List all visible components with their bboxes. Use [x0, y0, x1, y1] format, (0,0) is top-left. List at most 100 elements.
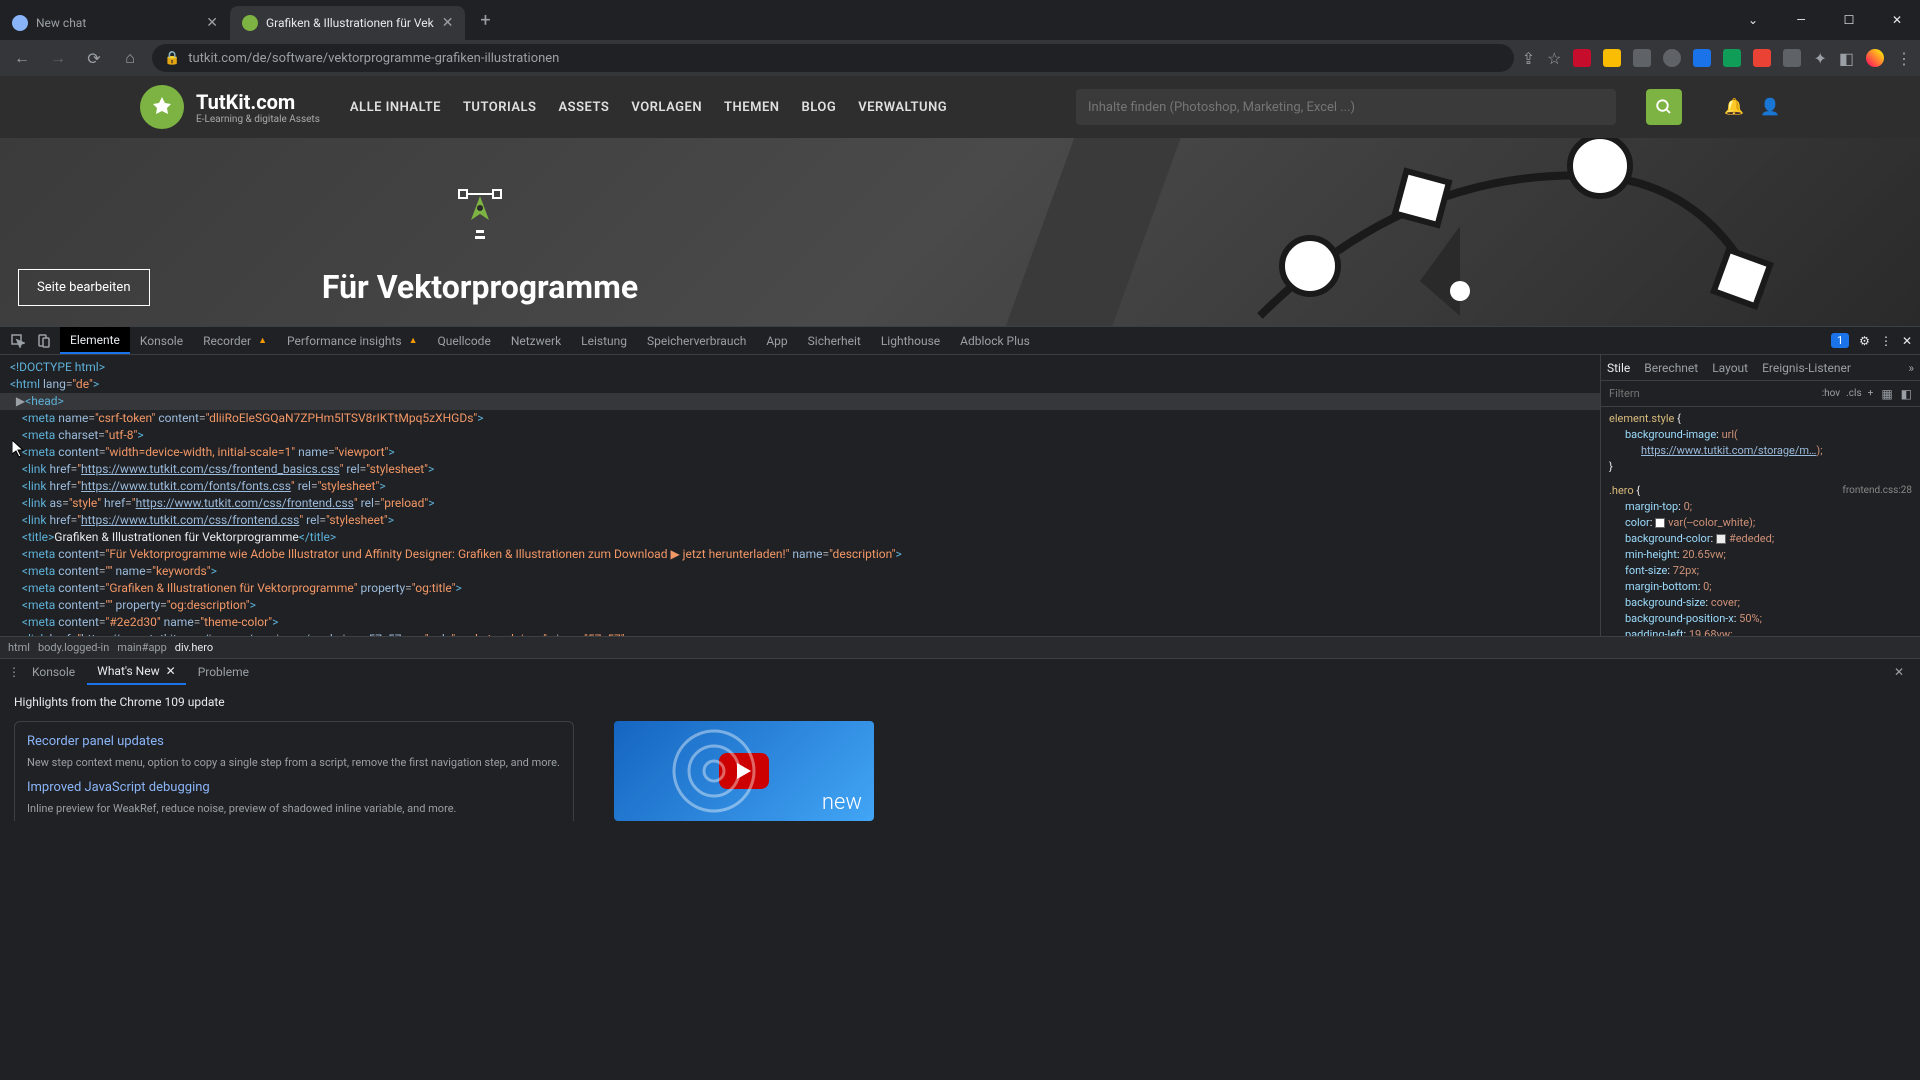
- inspect-icon[interactable]: [8, 331, 28, 351]
- nav-item[interactable]: BLOG: [801, 100, 836, 115]
- dom-node[interactable]: <meta content="width=device-width, initi…: [0, 444, 1600, 461]
- breadcrumb-item[interactable]: main#app: [117, 641, 167, 654]
- dom-node[interactable]: ▶<head>: [0, 393, 1600, 410]
- minimize-icon[interactable]: —: [1778, 4, 1824, 36]
- dom-node[interactable]: <link href="https://www.tutkit.com/css/f…: [0, 461, 1600, 478]
- search-input[interactable]: [1088, 100, 1604, 115]
- styles-panel-icon2[interactable]: ◧: [1901, 387, 1912, 401]
- close-tab-icon[interactable]: ✕: [166, 664, 176, 678]
- dom-node[interactable]: <meta content="#2e2d30" name="theme-colo…: [0, 614, 1600, 631]
- dom-node[interactable]: <!DOCTYPE html>: [0, 359, 1600, 376]
- new-tab-button[interactable]: +: [471, 6, 499, 34]
- whats-new-card[interactable]: Recorder panel updatesNew step context m…: [14, 721, 574, 821]
- maximize-icon[interactable]: ☐: [1826, 4, 1872, 36]
- filter-control[interactable]: +: [1868, 388, 1874, 399]
- ext-icon-red[interactable]: [1753, 49, 1771, 67]
- devtools-tab[interactable]: Quellcode: [427, 327, 500, 354]
- close-icon[interactable]: ✕: [1874, 4, 1920, 36]
- devtools-tab[interactable]: Netzwerk: [501, 327, 571, 354]
- tab-close-icon[interactable]: ✕: [442, 15, 454, 31]
- nav-item[interactable]: ALLE INHALTE: [350, 100, 441, 115]
- home-button[interactable]: ⌂: [116, 44, 144, 72]
- back-button[interactable]: ←: [8, 44, 36, 72]
- dom-node[interactable]: <title>Grafiken & Illustrationen für Vek…: [0, 529, 1600, 546]
- css-rule[interactable]: .hero {frontend.css:28margin-top: 0;colo…: [1609, 483, 1912, 636]
- share-icon[interactable]: ⇪: [1522, 49, 1535, 68]
- drawer-tab[interactable]: Probleme: [188, 659, 259, 685]
- dom-breadcrumb[interactable]: html body.logged-in main#app div.hero: [0, 636, 1920, 658]
- gear-icon[interactable]: ⚙: [1859, 334, 1870, 348]
- styles-tab[interactable]: Stile: [1607, 361, 1630, 375]
- ext-icon-gray[interactable]: [1633, 49, 1651, 67]
- dom-node[interactable]: <link as="style" href="https://www.tutki…: [0, 495, 1600, 512]
- reload-button[interactable]: ⟳: [80, 44, 108, 72]
- dom-node[interactable]: <meta content="" property="og:descriptio…: [0, 597, 1600, 614]
- extensions-icon[interactable]: ✦: [1813, 49, 1826, 68]
- nav-item[interactable]: ASSETS: [559, 100, 610, 115]
- chevron-down-icon[interactable]: ⌄: [1730, 4, 1776, 36]
- css-rule[interactable]: element.style {background-image: url(htt…: [1609, 411, 1912, 475]
- ext-icon-blue[interactable]: [1693, 49, 1711, 67]
- browser-tab[interactable]: Grafiken & Illustrationen für Vek✕: [230, 6, 465, 40]
- styles-tab[interactable]: Layout: [1712, 361, 1748, 375]
- devtools-tab[interactable]: Lighthouse: [871, 327, 950, 354]
- nav-item[interactable]: VORLAGEN: [631, 100, 702, 115]
- ext-icon-yellow[interactable]: [1603, 49, 1621, 67]
- dom-node[interactable]: <html lang="de">: [0, 376, 1600, 393]
- ext-icon-cam[interactable]: [1783, 49, 1801, 67]
- nav-item[interactable]: THEMEN: [724, 100, 779, 115]
- devtools-tab[interactable]: Sicherheit: [798, 327, 871, 354]
- nav-item[interactable]: VERWALTUNG: [858, 100, 947, 115]
- devtools-tab[interactable]: Elemente: [60, 327, 130, 354]
- sidepanel-icon[interactable]: ◧: [1839, 49, 1854, 68]
- styles-filter-input[interactable]: [1609, 387, 1814, 400]
- dom-node[interactable]: <meta content="Grafiken & Illustrationen…: [0, 580, 1600, 597]
- dom-node[interactable]: <meta content="Für Vektorprogramme wie A…: [0, 546, 1600, 563]
- devtools-tab[interactable]: Speicherverbrauch: [637, 327, 756, 354]
- dom-node[interactable]: <meta content="" name="keywords">: [0, 563, 1600, 580]
- drawer-menu-icon[interactable]: ⋮: [8, 665, 20, 679]
- profile-avatar[interactable]: [1866, 49, 1884, 67]
- site-search[interactable]: [1076, 89, 1616, 125]
- styles-panel-icon[interactable]: ▦: [1881, 387, 1892, 401]
- breadcrumb-item[interactable]: body.logged-in: [38, 641, 109, 654]
- nav-item[interactable]: TUTORIALS: [463, 100, 537, 115]
- devtools-tab[interactable]: Performance insights: [277, 327, 427, 354]
- breadcrumb-item[interactable]: html: [8, 641, 30, 654]
- dom-node[interactable]: <meta charset="utf-8">: [0, 427, 1600, 444]
- styles-tab[interactable]: Berechnet: [1644, 361, 1698, 375]
- star-icon[interactable]: ☆: [1547, 49, 1561, 68]
- devtools-tab[interactable]: App: [756, 327, 797, 354]
- browser-tab[interactable]: New chat✕: [0, 6, 230, 40]
- styles-tab[interactable]: Ereignis-Listener: [1762, 361, 1851, 375]
- site-logo[interactable]: TutKit.com E-Learning & digitale Assets: [140, 85, 320, 129]
- filter-control[interactable]: :hov: [1822, 388, 1840, 399]
- drawer-tab[interactable]: Konsole: [22, 659, 85, 685]
- menu-icon[interactable]: ⋮: [1896, 49, 1912, 68]
- dom-node[interactable]: <link href="https://www.tutkit.com/fonts…: [0, 478, 1600, 495]
- ext-icon-green[interactable]: [1723, 49, 1741, 67]
- close-drawer-icon[interactable]: ✕: [1886, 665, 1912, 679]
- devtools-tab[interactable]: Adblock Plus: [950, 327, 1040, 354]
- device-icon[interactable]: [34, 331, 54, 351]
- whats-new-video[interactable]: new: [614, 721, 874, 821]
- devtools-tab[interactable]: Leistung: [571, 327, 637, 354]
- devtools-tab[interactable]: Recorder: [193, 327, 277, 354]
- dom-tree[interactable]: <!DOCTYPE html> <html lang="de"> ▶<head>…: [0, 355, 1600, 636]
- ext-icon-globe[interactable]: [1663, 49, 1681, 67]
- breadcrumb-item[interactable]: div.hero: [175, 641, 213, 654]
- more-icon[interactable]: »: [1908, 361, 1914, 375]
- user-icon[interactable]: 👤: [1760, 97, 1780, 117]
- card-title[interactable]: Improved JavaScript debugging: [27, 780, 561, 795]
- forward-button[interactable]: →: [44, 44, 72, 72]
- kebab-icon[interactable]: ⋮: [1880, 334, 1892, 348]
- dom-node[interactable]: <link href="https://www.tutkit.com/css/f…: [0, 512, 1600, 529]
- address-bar[interactable]: 🔒 tutkit.com/de/software/vektorprogramme…: [152, 44, 1514, 72]
- drawer-tab[interactable]: What's New ✕: [87, 659, 186, 685]
- filter-control[interactable]: .cls: [1846, 388, 1861, 399]
- tab-close-icon[interactable]: ✕: [206, 15, 218, 31]
- devtools-tab[interactable]: Konsole: [130, 327, 193, 354]
- close-devtools-icon[interactable]: ✕: [1902, 334, 1912, 348]
- dom-node[interactable]: <meta name="csrf-token" content="dliiRoE…: [0, 410, 1600, 427]
- card-title[interactable]: Recorder panel updates: [27, 734, 561, 749]
